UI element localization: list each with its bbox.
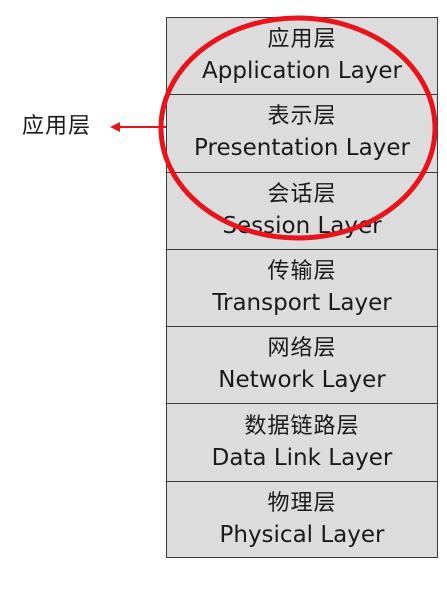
layer-en-label: Data Link Layer (211, 444, 393, 471)
layer-presentation: 表示层 Presentation Layer (167, 95, 437, 173)
layer-cn-label: 数据链路层 (244, 413, 360, 439)
layer-en-label: Presentation Layer (194, 135, 410, 162)
layer-session: 会话层 Session Layer (167, 173, 437, 250)
layer-physical: 物理层 Physical Layer (167, 482, 437, 559)
layer-en-label: Application Layer (202, 58, 402, 85)
layer-en-label: Session Layer (222, 212, 382, 239)
layer-cn-label: 应用层 (267, 27, 337, 53)
layer-transport: 传输层 Transport Layer (167, 250, 437, 328)
layer-cn-label: 物理层 (267, 491, 337, 517)
layer-cn-label: 表示层 (267, 104, 337, 130)
layer-application: 应用层 Application Layer (167, 18, 437, 96)
layer-en-label: Network Layer (218, 367, 386, 394)
layer-cn-label: 网络层 (267, 336, 337, 362)
osi-layer-stack: 应用层 Application Layer 表示层 Presentation L… (166, 17, 438, 558)
layer-cn-label: 传输层 (267, 259, 337, 285)
arrow-head-icon (110, 122, 120, 132)
layer-data-link: 数据链路层 Data Link Layer (167, 404, 437, 482)
layer-network: 网络层 Network Layer (167, 327, 437, 405)
layer-cn-label: 会话层 (267, 181, 337, 207)
layer-en-label: Physical Layer (219, 522, 385, 549)
side-label-application: 应用层 (22, 114, 92, 139)
layer-en-label: Transport Layer (212, 290, 392, 317)
